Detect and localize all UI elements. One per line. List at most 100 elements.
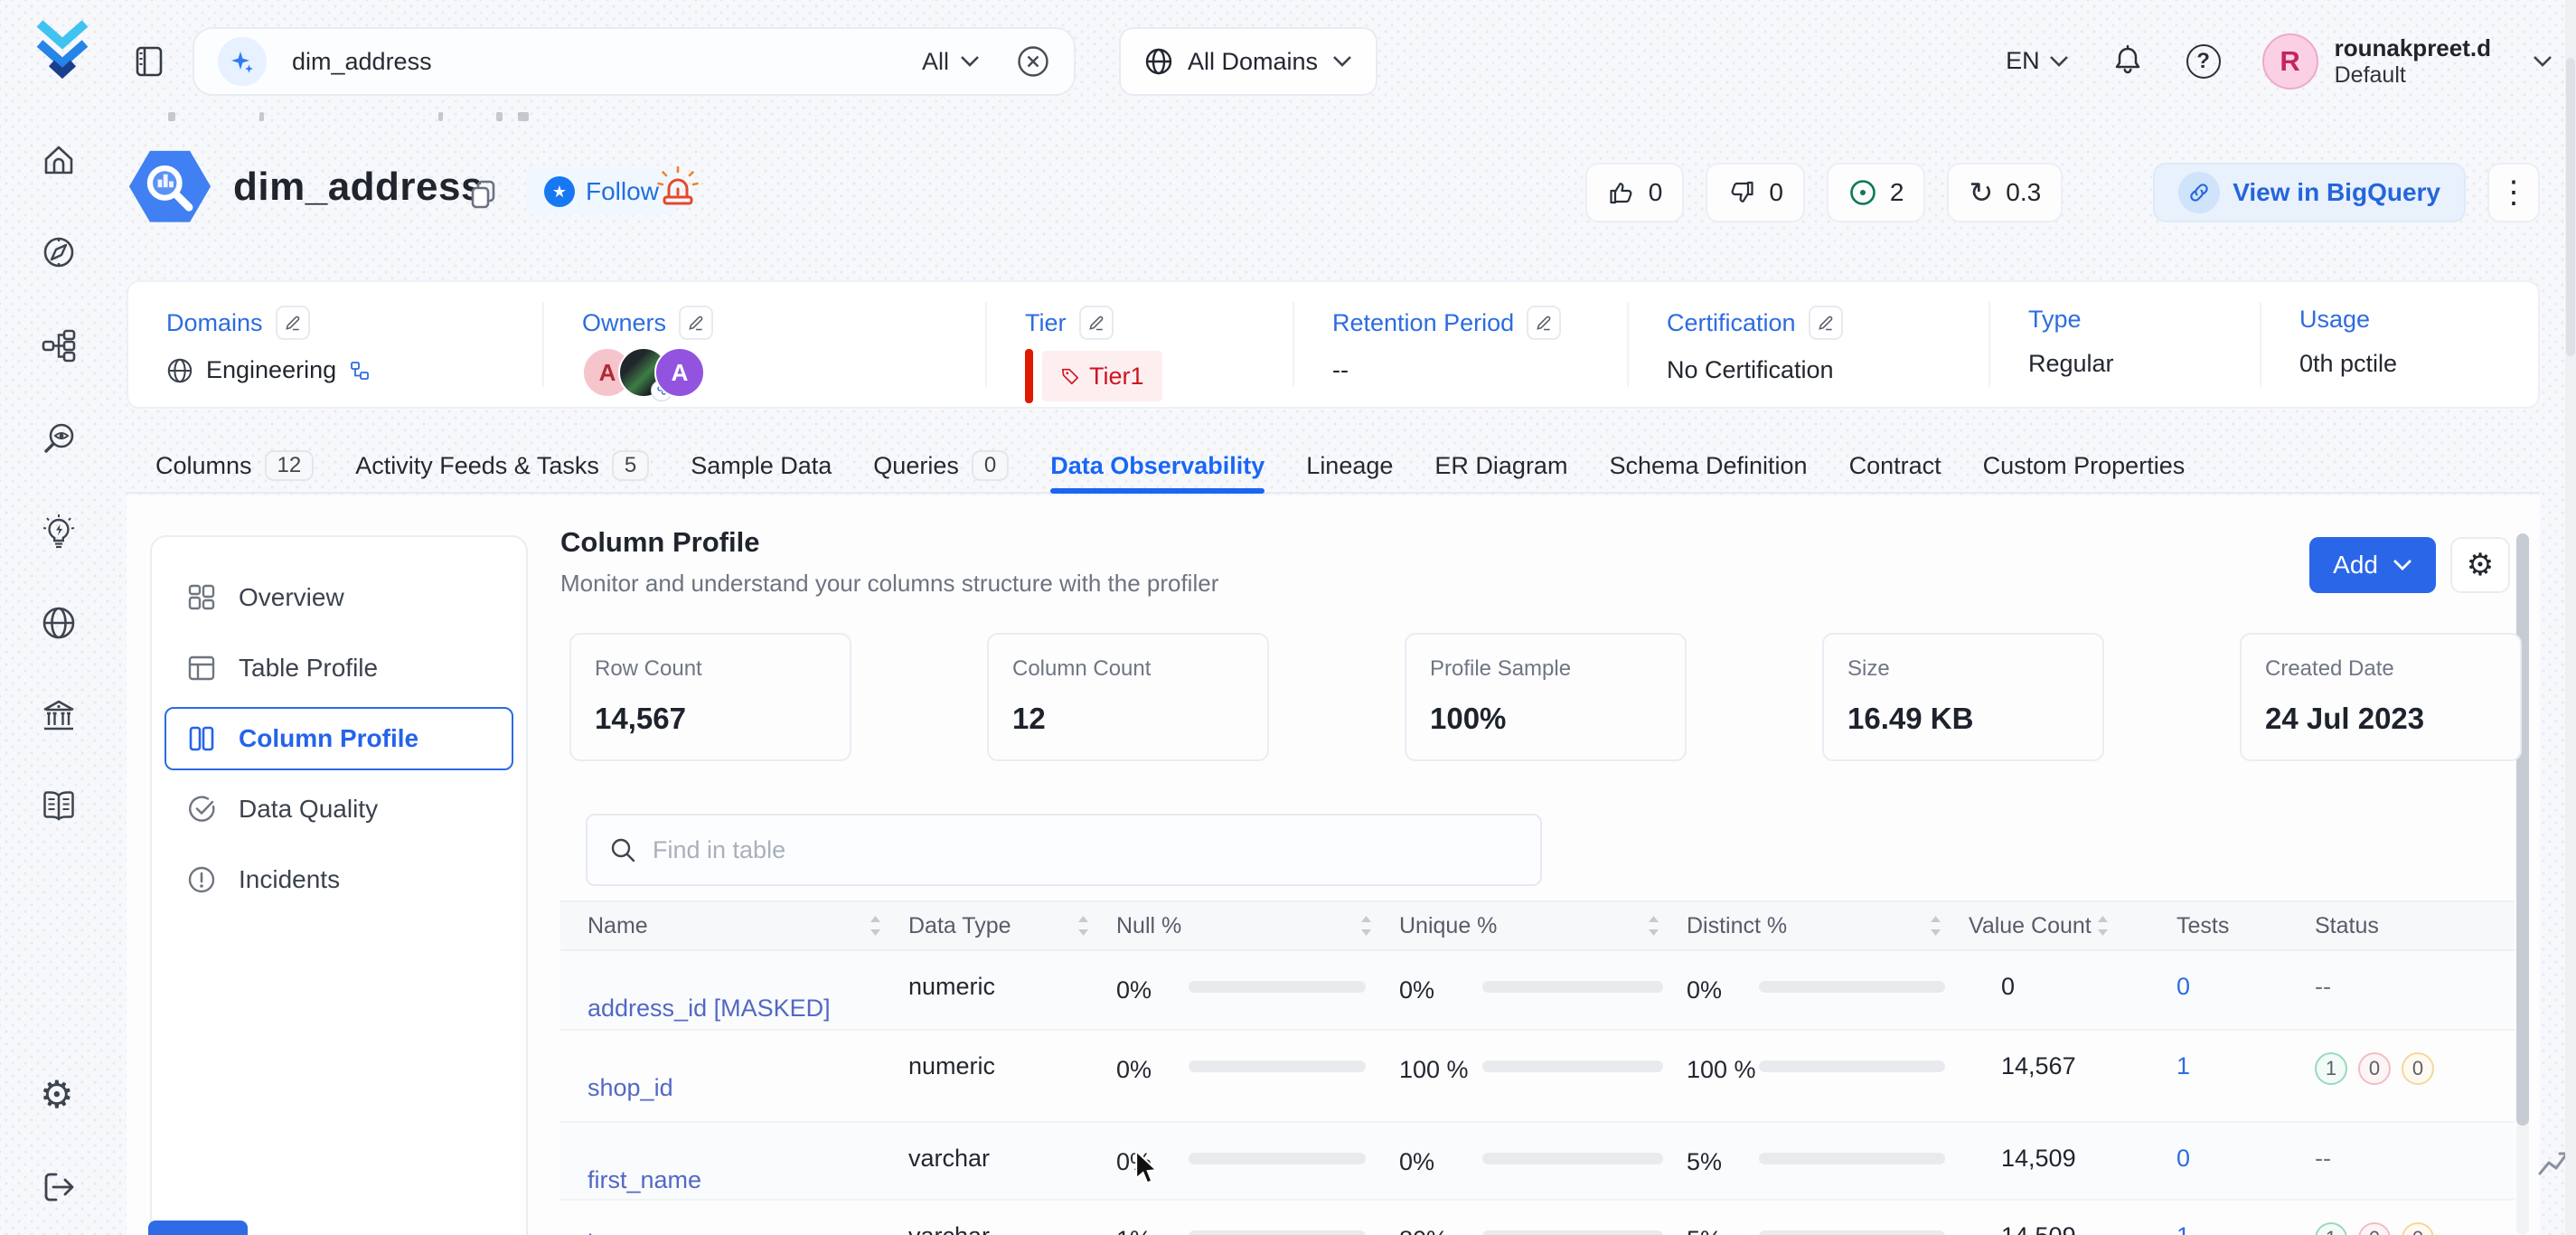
- tab-contract[interactable]: Contract: [1849, 439, 1941, 492]
- sort-icon[interactable]: [1077, 916, 1089, 936]
- tests-link[interactable]: 1: [2136, 1052, 2280, 1080]
- tab-sample-data[interactable]: Sample Data: [691, 439, 832, 492]
- status-aborted-badge[interactable]: 0: [2402, 1222, 2434, 1235]
- header-distinct-pct[interactable]: Distinct %: [1687, 913, 1969, 939]
- add-button[interactable]: Add: [2309, 537, 2436, 593]
- more-options-button[interactable]: ⋮: [2487, 163, 2540, 222]
- sidebar-item-govern[interactable]: [40, 698, 78, 736]
- app-window: dim_address All All Domains EN: [0, 0, 2576, 1235]
- tab-custom-properties[interactable]: Custom Properties: [1983, 439, 2186, 492]
- tab-columns[interactable]: Columns12: [155, 439, 314, 492]
- chevron-down-icon[interactable]: [2533, 55, 2552, 68]
- domain-link[interactable]: Engineering: [206, 356, 336, 384]
- edit-domains-icon[interactable]: [276, 306, 310, 340]
- header-null-pct[interactable]: Null %: [1116, 913, 1399, 939]
- sidebar-item-insights[interactable]: [40, 513, 78, 551]
- header-name[interactable]: Name: [560, 913, 908, 939]
- scrollbar-thumb[interactable]: [2516, 533, 2529, 1126]
- user-menu[interactable]: R rounakpreet.d Default: [2262, 33, 2491, 90]
- tab-schema-definition[interactable]: Schema Definition: [1609, 439, 1807, 492]
- global-search-bar[interactable]: dim_address All: [193, 27, 1076, 96]
- sidebar-item-explore[interactable]: [40, 233, 78, 271]
- tab-er-diagram[interactable]: ER Diagram: [1434, 439, 1567, 492]
- column-name-link[interactable]: address_id [MASKED]: [560, 995, 908, 1023]
- status-cell: 1 0 0: [2280, 1052, 2515, 1085]
- sort-icon[interactable]: [1648, 916, 1659, 936]
- tier-score-button[interactable]: ↻ 0.3: [1947, 163, 2063, 222]
- upvote-button[interactable]: 0: [1585, 163, 1685, 222]
- copy-name-icon[interactable]: [466, 177, 503, 213]
- window-scrollbar-thumb[interactable]: [2566, 58, 2575, 356]
- sort-icon[interactable]: [1930, 916, 1941, 936]
- row-count-card: Row Count14,567: [569, 633, 851, 761]
- sidebar-item-observability[interactable]: [40, 420, 78, 458]
- mouse-cursor: [1132, 1150, 1164, 1186]
- nav-item-table-profile[interactable]: Table Profile: [165, 636, 513, 700]
- nav-item-column-profile[interactable]: Column Profile: [165, 707, 513, 770]
- watch-count-button[interactable]: 2: [1827, 163, 1926, 222]
- clear-search-icon[interactable]: [1016, 44, 1050, 79]
- tier-badge: Tier1: [1042, 351, 1162, 401]
- sort-icon[interactable]: [1360, 916, 1372, 936]
- downvote-button[interactable]: 0: [1706, 163, 1805, 222]
- tests-link[interactable]: 0: [2136, 973, 2280, 1001]
- edit-retention-icon[interactable]: [1527, 306, 1561, 340]
- sidebar-item-glossary[interactable]: [40, 788, 78, 826]
- header-data-type[interactable]: Data Type: [908, 913, 1116, 939]
- nav-item-incidents[interactable]: Incidents: [165, 848, 513, 911]
- status-cell: --: [2280, 1145, 2515, 1173]
- avatar: R: [2262, 33, 2318, 90]
- sort-icon[interactable]: [870, 916, 881, 936]
- language-dropdown[interactable]: EN: [2006, 47, 2069, 75]
- header-unique-pct[interactable]: Unique %: [1399, 913, 1687, 939]
- tab-queries[interactable]: Queries0: [873, 439, 1009, 492]
- sidebar-item-logout[interactable]: [40, 1168, 78, 1206]
- status-failed-badge[interactable]: 0: [2358, 1222, 2391, 1235]
- domains-filter-dropdown[interactable]: All Domains: [1119, 27, 1377, 96]
- column-profile-table: Name Data Type Null % Unique % Distinct …: [560, 900, 2515, 1235]
- tab-lineage[interactable]: Lineage: [1306, 439, 1393, 492]
- profiler-settings-button[interactable]: ⚙: [2450, 537, 2510, 593]
- tests-link[interactable]: 0: [2136, 1145, 2280, 1173]
- unique-bar: [1482, 1061, 1663, 1072]
- search-input[interactable]: dim_address: [292, 48, 432, 76]
- sidebar-item-settings[interactable]: ⚙: [40, 1076, 78, 1114]
- nav-item-overview[interactable]: Overview: [165, 566, 513, 629]
- window-scrollbar[interactable]: [2565, 0, 2576, 1235]
- distinct-percent-cell: 5%: [1687, 1145, 1969, 1180]
- status-aborted-badge[interactable]: 0: [2402, 1052, 2434, 1085]
- nav-item-data-quality[interactable]: Data Quality: [165, 778, 513, 841]
- follow-button[interactable]: ★ Follow: [526, 168, 677, 215]
- tab-activity-feeds[interactable]: Activity Feeds & Tasks5: [355, 439, 649, 492]
- column-name-link[interactable]: first_name: [560, 1166, 908, 1194]
- edit-owners-icon[interactable]: [679, 306, 713, 340]
- sidebar-toggle-icon[interactable]: [132, 42, 172, 81]
- alert-siren-icon[interactable]: [656, 165, 700, 212]
- notifications-bell-icon[interactable]: [2111, 43, 2145, 80]
- sidebar-item-domains[interactable]: [40, 604, 78, 642]
- status-failed-badge[interactable]: 0: [2358, 1052, 2391, 1085]
- status-passed-badge[interactable]: 1: [2315, 1052, 2347, 1085]
- column-name-link[interactable]: shop_id: [560, 1074, 908, 1102]
- created-date-card: Created Date24 Jul 2023: [2240, 633, 2522, 761]
- avatar[interactable]: A: [654, 347, 705, 398]
- tab-data-observability[interactable]: Data Observability: [1050, 439, 1264, 492]
- table-row: last_name varchar 1% 80% 5% 14,509 1 1 0…: [560, 1201, 2515, 1235]
- owner-avatars[interactable]: A A: [582, 347, 947, 398]
- app-logo-icon[interactable]: [33, 16, 92, 87]
- view-in-bigquery-button[interactable]: View in BigQuery: [2153, 163, 2466, 222]
- sort-icon[interactable]: [2097, 916, 2109, 936]
- status-passed-badge[interactable]: 1: [2315, 1222, 2347, 1235]
- edit-certification-icon[interactable]: [1809, 306, 1843, 340]
- ai-sparkle-icon: [218, 37, 267, 86]
- edit-tier-icon[interactable]: [1079, 306, 1114, 340]
- search-scope-dropdown[interactable]: All: [922, 48, 980, 76]
- distinct-percent-cell: 100 %: [1687, 1052, 1969, 1088]
- help-icon[interactable]: ?: [2186, 44, 2221, 79]
- tests-link[interactable]: 1: [2136, 1222, 2280, 1235]
- header-value-count[interactable]: Value Count: [1969, 913, 2136, 939]
- find-in-table-input[interactable]: Find in table: [586, 814, 1542, 886]
- sidebar-item-lineage[interactable]: [40, 327, 78, 365]
- sidebar-item-home[interactable]: [40, 141, 78, 179]
- column-name-link[interactable]: last_name: [560, 1230, 908, 1235]
